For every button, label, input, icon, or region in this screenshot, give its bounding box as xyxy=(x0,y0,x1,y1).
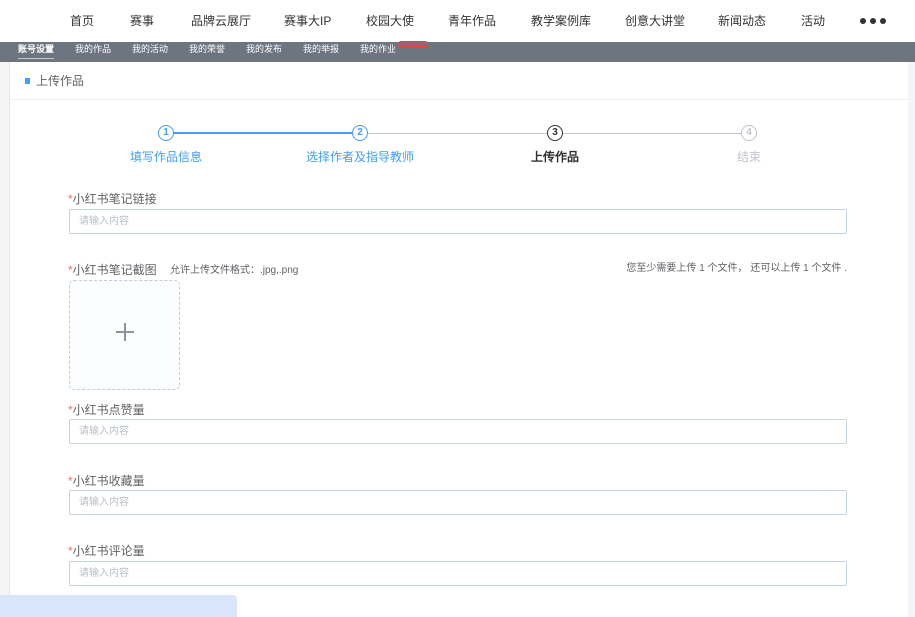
favorites-label: *小红书收藏量 xyxy=(68,474,145,488)
top-nav: 首页 赛事 品牌云展厅 赛事大IP 校园大使 青年作品 教学案例库 创意大讲堂 … xyxy=(0,0,915,42)
nav-item-home[interactable]: 首页 xyxy=(70,13,94,29)
step-connector-2 xyxy=(368,133,547,134)
account-subnav: 账号设置 我的作品 我的活动 我的荣誉 我的发布 我的举报 我的作业 xyxy=(0,41,915,62)
step-connector-1 xyxy=(174,132,352,134)
nav-item-creative-lectures[interactable]: 创意大讲堂 xyxy=(625,13,685,29)
nav-item-news[interactable]: 新闻动态 xyxy=(718,13,766,29)
card-header: 上传作品 xyxy=(10,62,909,100)
note-link-label-text: 小红书笔记链接 xyxy=(72,192,157,206)
plus-icon xyxy=(116,323,134,341)
comments-label: *小红书评论量 xyxy=(68,544,145,558)
page-title: 上传作品 xyxy=(36,74,85,88)
favorites-input[interactable] xyxy=(69,490,847,515)
note-screenshot-label-text: 小红书笔记截图 xyxy=(72,263,157,277)
step-2-label: 选择作者及指导教师 xyxy=(305,150,414,164)
subnav-item-my-assignments[interactable]: 我的作业 xyxy=(360,42,396,62)
nav-item-campus-ambassador[interactable]: 校园大使 xyxy=(366,13,414,29)
nav-item-teaching-cases[interactable]: 教学案例库 xyxy=(531,13,591,29)
floating-panel[interactable] xyxy=(0,595,237,617)
upload-format-hint: 允许上传文件格式：.jpg,.png xyxy=(170,265,299,276)
nav-item-activities[interactable]: 活动 xyxy=(801,13,825,29)
subnav-item-my-works[interactable]: 我的作品 xyxy=(75,42,111,62)
likes-label-text: 小红书点赞量 xyxy=(72,403,145,417)
step-3-number: 3 xyxy=(547,125,563,141)
note-link-input[interactable] xyxy=(69,209,847,234)
notification-badge xyxy=(398,41,428,47)
favorites-label-text: 小红书收藏量 xyxy=(72,474,145,488)
nav-item-event-ip[interactable]: 赛事大IP xyxy=(284,13,331,29)
step-1-label: 填写作品信息 xyxy=(129,150,202,164)
likes-label: *小红书点赞量 xyxy=(68,403,145,417)
nav-item-youth-works[interactable]: 青年作品 xyxy=(448,13,496,29)
subnav-item-my-reports[interactable]: 我的举报 xyxy=(303,42,339,62)
upload-count-note: 您至少需要上传 1 个文件， 还可以上传 1 个文件 . xyxy=(626,263,847,274)
likes-input[interactable] xyxy=(69,419,847,444)
square-marker-icon xyxy=(25,78,30,84)
subnav-item-my-honors[interactable]: 我的荣誉 xyxy=(189,42,225,62)
note-screenshot-label: *小红书笔记截图 xyxy=(68,263,157,277)
step-4-number: 4 xyxy=(741,125,757,141)
nav-item-brand-hall[interactable]: 品牌云展厅 xyxy=(191,13,251,29)
note-link-label: *小红书笔记链接 xyxy=(68,192,157,206)
nav-item-events[interactable]: 赛事 xyxy=(130,13,154,29)
screenshot-upload-button[interactable] xyxy=(69,280,180,390)
subnav-item-my-activities[interactable]: 我的活动 xyxy=(132,42,168,62)
step-1-number: 1 xyxy=(158,125,174,141)
subnav-item-account-settings[interactable]: 账号设置 xyxy=(18,42,55,62)
comments-label-text: 小红书评论量 xyxy=(72,544,145,558)
more-horizontal-icon[interactable] xyxy=(860,18,887,24)
step-3-label: 上传作品 xyxy=(530,150,579,164)
subnav-item-my-posts[interactable]: 我的发布 xyxy=(246,42,282,62)
step-connector-3 xyxy=(563,133,741,134)
step-2-number: 2 xyxy=(352,125,368,141)
comments-input[interactable] xyxy=(69,561,847,586)
step-4-label: 结束 xyxy=(736,150,761,164)
